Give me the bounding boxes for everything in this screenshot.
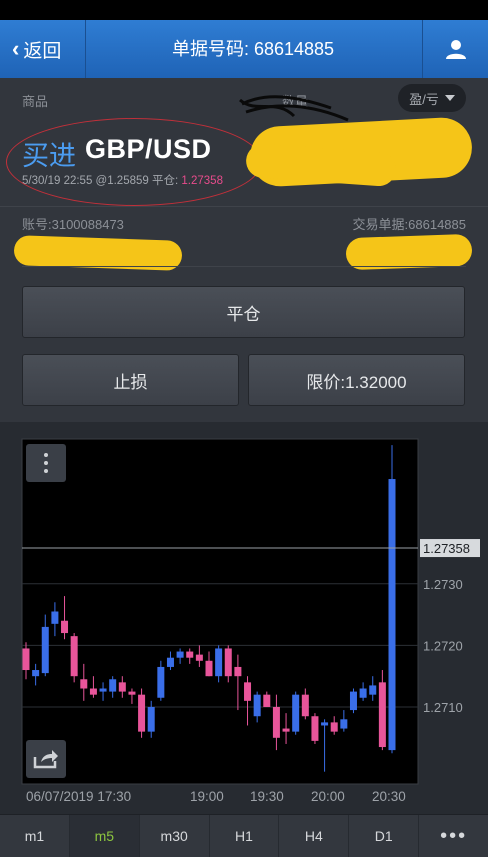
candle-up — [388, 479, 396, 751]
x-axis-labels: 06/07/2019 17:30 19:00 19:30 20:00 20:30 — [26, 789, 406, 804]
candlestick-chart[interactable]: 1.2730 1.2720 1.2710 06/07/2019 17:30 19:00… — [0, 422, 488, 814]
candle-up — [176, 651, 184, 658]
candle-down — [234, 666, 242, 677]
account-number: 账号:3100088473 — [22, 217, 124, 232]
candle-up — [215, 648, 223, 677]
x-tick-label: 19:30 — [250, 789, 284, 804]
candle-down — [205, 660, 213, 677]
candle-down — [80, 679, 88, 689]
candle-up — [369, 685, 377, 695]
candle-down — [195, 654, 203, 661]
plot-background — [21, 438, 419, 785]
candle-up — [99, 688, 107, 692]
y-axis-labels: 1.2730 1.2720 1.2710 — [423, 577, 463, 715]
profit-loss-select-label: 盈/亏 — [409, 91, 439, 107]
page-title: 单据号码: 68614885 — [171, 39, 335, 59]
candle-down — [224, 648, 232, 677]
red-circle-annotation — [6, 118, 262, 206]
back-label: 返回 — [23, 40, 62, 62]
chart-menu-button[interactable] — [26, 444, 66, 482]
profit-loss-select[interactable]: 盈/亏 — [398, 84, 466, 112]
chevron-left-icon: ‹ — [12, 36, 20, 61]
candle-up — [253, 694, 261, 717]
redaction-order — [345, 233, 473, 271]
candle-down — [244, 682, 252, 701]
caret-down-icon — [444, 95, 455, 101]
share-button[interactable] — [26, 740, 66, 778]
candle-up — [109, 679, 117, 692]
candle-up — [157, 666, 165, 698]
close-position-button[interactable]: 平仓 — [22, 286, 465, 338]
y-tick-label: 1.2720 — [423, 638, 463, 653]
divider — [22, 266, 466, 267]
candle-down — [22, 648, 30, 671]
tab-d1[interactable]: D1 — [349, 815, 420, 857]
x-tick-label: 20:00 — [311, 789, 345, 804]
y-tick-label: 1.2730 — [423, 577, 463, 592]
tab-h1[interactable]: H1 — [210, 815, 280, 857]
status-bar — [0, 0, 488, 20]
tab-m5[interactable]: m5 — [69, 815, 140, 857]
share-icon — [33, 750, 58, 769]
user-button[interactable] — [422, 20, 488, 78]
tab-m1[interactable]: m1 — [0, 815, 70, 857]
tab-h4[interactable]: H4 — [279, 815, 350, 857]
candle-up — [166, 657, 174, 667]
tab-more[interactable]: ••• — [419, 815, 488, 857]
stop-loss-button[interactable]: 止损 — [22, 354, 239, 406]
candle-up — [292, 694, 300, 732]
candle-down — [263, 694, 271, 707]
candle-down — [128, 691, 136, 695]
candle-down — [378, 682, 386, 748]
x-tick-label: 19:00 — [190, 789, 224, 804]
candle-down — [70, 636, 78, 677]
tab-m30[interactable]: m30 — [140, 815, 210, 857]
candle-up — [321, 722, 329, 726]
candle-up — [32, 670, 40, 677]
user-icon — [445, 40, 466, 59]
candle-down — [138, 694, 146, 732]
candle-down — [89, 688, 97, 695]
candle-down — [186, 651, 194, 658]
candle-up — [41, 626, 49, 674]
divider — [0, 206, 488, 207]
price-chart[interactable]: 1.2730 1.2720 1.2710 06/07/2019 17:30 19:00… — [0, 422, 488, 814]
candle-up — [340, 719, 348, 729]
order-number: 交易单据:68614885 — [352, 217, 466, 232]
candle-up — [359, 688, 367, 698]
timeframe-tabs: m1 m5 m30 H1 H4 D1 ••• — [0, 814, 488, 857]
candle-down — [272, 706, 280, 738]
candle-up — [51, 611, 59, 624]
trade-detail-panel: 商品 数量 盈/亏 买进 GBP/USD 5/30/19 22:55 @1.25… — [0, 78, 488, 422]
back-button[interactable]: ‹ 返回 — [0, 20, 86, 78]
candle-up — [349, 691, 357, 711]
x-tick-label: 06/07/2019 17:30 — [26, 789, 131, 804]
more-vertical-icon — [44, 453, 48, 473]
current-price-label: 1.27358 — [423, 541, 470, 556]
product-label: 商品 — [22, 94, 49, 109]
candle-down — [311, 716, 319, 741]
limit-price-button[interactable]: 限价:1.32000 — [248, 354, 465, 406]
candle-down — [61, 620, 69, 634]
top-navigation-bar: ‹ 返回 单据号码: 68614885 — [0, 20, 488, 78]
candle-down — [282, 728, 290, 732]
candle-up — [147, 706, 155, 732]
candle-down — [330, 722, 338, 732]
x-tick-label: 20:30 — [372, 789, 406, 804]
candle-down — [118, 682, 126, 692]
candle-down — [301, 694, 309, 717]
y-tick-label: 1.2710 — [423, 700, 463, 715]
